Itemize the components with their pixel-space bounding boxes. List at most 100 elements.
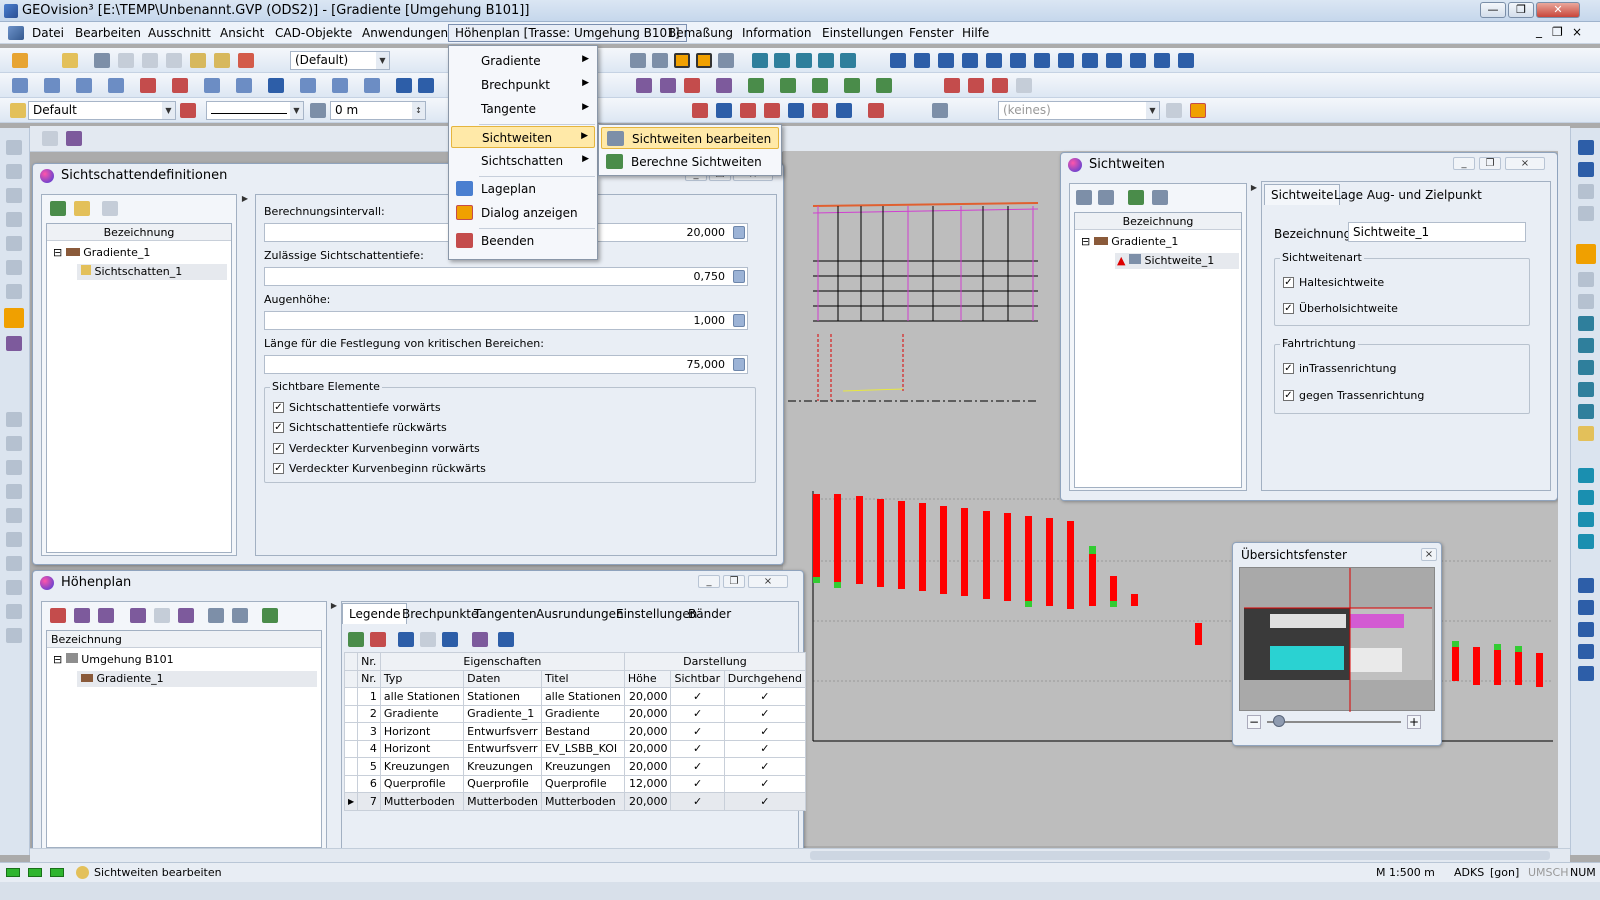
hand-icon[interactable] — [1578, 426, 1594, 441]
export-icon[interactable] — [238, 53, 254, 68]
panel-restore-button[interactable]: ❐ — [1479, 157, 1501, 170]
draw-6-icon[interactable] — [172, 78, 188, 93]
delete-3-icon[interactable] — [992, 78, 1008, 93]
tree-node-gradiente[interactable]: Gradiente_1 — [77, 671, 317, 687]
plan-tool-7-icon[interactable] — [232, 608, 248, 623]
view-7-icon[interactable] — [1578, 622, 1594, 637]
nav-right-icon[interactable] — [1578, 206, 1594, 221]
menu-ausschnitt[interactable]: Ausschnitt — [148, 26, 211, 40]
delete-2-icon[interactable] — [968, 78, 984, 93]
draw-13-icon[interactable] — [396, 78, 412, 93]
panel-minimize-button[interactable]: _ — [698, 575, 720, 588]
tab-legende[interactable]: Legende — [342, 603, 408, 624]
props-1-icon[interactable] — [692, 103, 708, 118]
tab-einstellungen[interactable]: Einstellungen — [616, 607, 697, 621]
edit-5-icon[interactable] — [748, 78, 764, 93]
view-2-icon[interactable] — [1578, 490, 1594, 505]
view-5-icon[interactable] — [1578, 578, 1594, 593]
zoom-5-icon[interactable] — [1578, 404, 1594, 419]
doc-2-icon[interactable] — [66, 131, 82, 146]
linetype-combo[interactable]: ▼ — [206, 101, 304, 120]
grid-icon[interactable] — [652, 53, 668, 68]
checkbox-ueberholsichtweite[interactable]: ✓ — [1283, 303, 1294, 314]
props-10-icon[interactable] — [1166, 103, 1182, 118]
tool-l19-icon[interactable] — [6, 628, 22, 643]
menu-item-sichtweiten-bearbeiten[interactable]: Sichtweiten bearbeiten — [601, 127, 779, 149]
menu-item-brechpunkt[interactable]: Brechpunkt ▶ — [451, 74, 595, 96]
draw-4-icon[interactable] — [108, 78, 124, 93]
menu-ansicht[interactable]: Ansicht — [220, 26, 264, 40]
edit-3-icon[interactable] — [684, 78, 700, 93]
horizontal-scrollbar[interactable] — [30, 848, 1570, 862]
splitter[interactable]: ▶ — [329, 601, 339, 851]
tool-l12-icon[interactable] — [6, 460, 22, 475]
style-edit-icon[interactable] — [180, 103, 196, 118]
tab-brechpunkte[interactable]: Brechpunkte — [402, 607, 478, 621]
panel-restore-button[interactable]: ❐ — [723, 575, 745, 588]
delete-plan-icon[interactable] — [50, 608, 66, 623]
view-9-icon[interactable] — [1578, 666, 1594, 681]
zoom-3-icon[interactable] — [1578, 316, 1594, 331]
menu-fenster[interactable]: Fenster — [909, 26, 954, 40]
settings-icon[interactable] — [472, 632, 488, 647]
plan-tool-5-icon[interactable] — [178, 608, 194, 623]
mdi-close-button[interactable]: × — [1572, 25, 1582, 39]
copy-icon[interactable] — [214, 53, 230, 68]
props-2-icon[interactable] — [716, 103, 732, 118]
menu-item-dialog-anzeigen[interactable]: Dialog anzeigen — [451, 202, 595, 224]
props-4-icon[interactable] — [764, 103, 780, 118]
props-11-icon[interactable] — [1190, 103, 1206, 118]
col-durchgehend[interactable]: Durchgehend — [723, 669, 807, 688]
checkbox-durchgehend[interactable]: ✓ — [723, 722, 807, 741]
add-definition-icon[interactable] — [50, 201, 66, 216]
zoom-out-icon[interactable] — [1578, 382, 1594, 397]
tab-sichtweite[interactable]: Sichtweite — [1264, 184, 1341, 205]
info-8-icon[interactable] — [1058, 53, 1074, 68]
info-3-icon[interactable] — [938, 53, 954, 68]
link-icon[interactable] — [94, 53, 110, 68]
checkbox-durchgehend[interactable]: ✓ — [723, 704, 807, 723]
tool-l3-icon[interactable] — [6, 188, 22, 203]
tool-l10-icon[interactable] — [6, 412, 22, 427]
draw-10-icon[interactable] — [300, 78, 316, 93]
checkbox-tiefe-rueckwaerts[interactable]: ✓ — [273, 422, 284, 433]
input-bezeichnung[interactable]: Sichtweite_1 — [1348, 222, 1526, 242]
checkbox-sichtbar[interactable]: ✓ — [670, 722, 725, 741]
menu-bemassung[interactable]: Bemaßung — [668, 26, 733, 40]
col-typ[interactable]: Typ — [379, 669, 465, 688]
table-row[interactable]: 5 Kreuzungen Kreuzungen Kreuzungen 20,000 ✓ ✓ — [343, 757, 807, 776]
plan-tool-6-icon[interactable] — [208, 608, 224, 623]
menu-datei[interactable]: Datei — [32, 26, 64, 40]
tool-l11-icon[interactable] — [6, 436, 22, 451]
folder-icon[interactable] — [62, 53, 78, 68]
menu-hoehenplan[interactable]: Höhenplan [Trasse: Umgehung B101] — [448, 24, 687, 42]
col-hoehe[interactable]: Höhe — [623, 669, 672, 688]
checkbox-durchgehend[interactable]: ✓ — [723, 757, 807, 776]
delete-4-icon[interactable] — [1016, 78, 1032, 93]
overview-close-button[interactable]: × — [1421, 548, 1437, 561]
spinner-icon[interactable] — [733, 270, 745, 283]
checkbox-durchgehend[interactable]: ✓ — [723, 774, 807, 793]
zoom-plus-button[interactable]: + — [1407, 715, 1421, 729]
nav-down-icon[interactable] — [1578, 140, 1594, 155]
menu-item-tangente[interactable]: Tangente ▶ — [451, 98, 595, 120]
vertical-scrollbar[interactable] — [1558, 151, 1570, 848]
edit-2-icon[interactable] — [660, 78, 676, 93]
clipboard-icon[interactable] — [190, 53, 206, 68]
pan-icon[interactable] — [818, 53, 834, 68]
menu-item-lageplan[interactable]: Lageplan — [451, 178, 595, 200]
minimize-button[interactable]: — — [1480, 2, 1506, 18]
tab-lage-aug-zielpunkt[interactable]: Lage Aug- und Zielpunkt — [1334, 188, 1482, 202]
panel-close-button[interactable]: × — [1505, 157, 1545, 170]
info-9-icon[interactable] — [1082, 53, 1098, 68]
add-sichtweite-icon[interactable] — [1076, 190, 1092, 205]
zoom-2-icon[interactable] — [1578, 294, 1594, 309]
input-augenhoehe[interactable]: 1,000 — [264, 311, 748, 330]
tool-l7-icon[interactable] — [6, 284, 22, 299]
scrollbar-thumb[interactable] — [810, 851, 1550, 860]
col-sichtbar[interactable]: Sichtbar — [670, 669, 725, 688]
checkbox-durchgehend[interactable]: ✓ — [723, 687, 807, 706]
tree-node-gradiente[interactable]: ⊟ Gradiente_1 — [53, 246, 150, 259]
checkbox-gegen-trassenrichtung[interactable]: ✓ — [1283, 390, 1294, 401]
props-3-icon[interactable] — [740, 103, 756, 118]
